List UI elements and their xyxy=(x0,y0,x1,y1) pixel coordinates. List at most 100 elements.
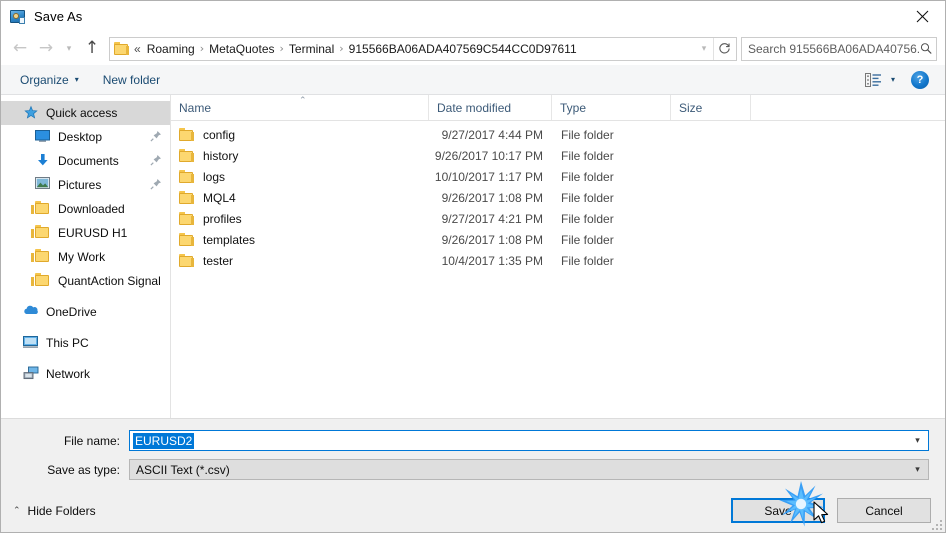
file-name-cell: MQL4 xyxy=(171,191,429,205)
organize-button[interactable]: Organize ▾ xyxy=(15,70,84,90)
sidebar-item-label: EURUSD H1 xyxy=(58,226,128,240)
arrow-up-icon: ↑ xyxy=(84,38,100,58)
file-name: logs xyxy=(203,169,226,184)
pictures-icon xyxy=(35,177,51,193)
chevron-down-icon: ▾ xyxy=(74,75,79,84)
file-name-cell: config xyxy=(171,128,429,142)
this-pc-icon xyxy=(23,335,39,351)
sidebar-item-onedrive[interactable]: OneDrive xyxy=(1,300,170,324)
chevron-right-icon: › xyxy=(199,42,205,55)
column-header-date-modified[interactable]: Date modified xyxy=(429,95,552,120)
refresh-icon xyxy=(719,43,730,54)
search-input[interactable]: Search 915566BA06ADA40756... xyxy=(748,42,920,56)
up-one-level-button[interactable]: ↑ xyxy=(79,36,105,62)
file-date-cell: 9/27/2017 4:21 PM xyxy=(441,211,543,226)
sidebar-item-eurusd-h1[interactable]: EURUSD H1 xyxy=(1,221,170,245)
recent-locations-button[interactable]: ▾ xyxy=(59,36,79,62)
save-as-type-select[interactable]: ASCII Text (*.csv) ▾ xyxy=(129,459,929,480)
dialog-body: Quick access Desktop Documents Pictures … xyxy=(1,95,945,418)
sidebar-item-label: This PC xyxy=(46,336,89,350)
sidebar-item-quantaction-signal[interactable]: QuantAction Signal xyxy=(1,269,170,293)
hide-folders-button[interactable]: ⌃ Hide Folders xyxy=(13,504,96,518)
pin-icon[interactable] xyxy=(150,154,164,168)
resize-grip-icon[interactable] xyxy=(930,518,942,530)
sidebar-item-downloaded[interactable]: Downloaded xyxy=(1,197,170,221)
file-name-value: EURUSD2 xyxy=(133,432,195,449)
sidebar-item-label: Desktop xyxy=(58,130,103,144)
pin-icon[interactable] xyxy=(150,130,164,144)
address-dropdown-button[interactable]: ▾ xyxy=(695,38,713,60)
breadcrumb-item-metaquotes[interactable]: MetaQuotes xyxy=(206,40,277,58)
file-rows: config 9/27/2017 4:44 PM File folder his… xyxy=(171,121,945,418)
address-bar[interactable]: « Roaming › MetaQuotes › Terminal › 9155… xyxy=(109,36,737,61)
navigation-pane: Quick access Desktop Documents Pictures … xyxy=(1,95,171,418)
folder-icon xyxy=(179,128,195,141)
chevron-right-icon: › xyxy=(279,42,284,55)
table-row[interactable]: MQL4 9/26/2017 1:08 PM File folder xyxy=(171,187,945,208)
file-date-cell: 9/26/2017 1:08 PM xyxy=(441,232,543,247)
breadcrumb-item-terminal[interactable]: Terminal xyxy=(286,40,337,58)
forward-button[interactable]: → xyxy=(33,36,59,62)
column-header-label: Name xyxy=(179,100,212,115)
close-button[interactable] xyxy=(899,1,945,32)
sidebar-item-pictures[interactable]: Pictures xyxy=(1,173,170,197)
folder-icon xyxy=(31,201,51,217)
chevron-down-icon[interactable]: ▾ xyxy=(909,465,926,475)
refresh-button[interactable] xyxy=(713,37,735,60)
file-name: templates xyxy=(203,232,256,247)
search-icon xyxy=(920,43,932,54)
view-layout-icon xyxy=(865,72,882,87)
arrow-right-icon: → xyxy=(38,38,54,58)
file-type-cell: File folder xyxy=(561,148,614,163)
sidebar-item-network[interactable]: Network xyxy=(1,362,170,386)
pin-icon[interactable] xyxy=(150,178,164,192)
column-header-name[interactable]: Name ⌃ xyxy=(171,95,429,120)
organize-label: Organize xyxy=(20,72,69,87)
file-name-input[interactable]: EURUSD2 ▾ xyxy=(129,430,929,451)
command-toolbar: Organize ▾ New folder ▾ ? xyxy=(1,65,945,95)
window-title: Save As xyxy=(34,9,83,24)
save-button[interactable]: Save xyxy=(731,498,825,523)
sidebar-item-this-pc[interactable]: This PC xyxy=(1,331,170,355)
table-row[interactable]: config 9/27/2017 4:44 PM File folder xyxy=(171,124,945,145)
save-as-type-value: ASCII Text (*.csv) xyxy=(136,462,230,477)
change-view-button[interactable] xyxy=(863,71,885,89)
cancel-button[interactable]: Cancel xyxy=(837,498,931,523)
folder-icon xyxy=(179,191,195,204)
sidebar-item-my-work[interactable]: My Work xyxy=(1,245,170,269)
folder-icon xyxy=(31,225,51,241)
table-row[interactable]: tester 10/4/2017 1:35 PM File folder xyxy=(171,250,945,271)
file-type-cell: File folder xyxy=(561,127,614,142)
new-folder-button[interactable]: New folder xyxy=(98,70,165,90)
file-name-cell: profiles xyxy=(171,212,429,226)
file-name-cell: logs xyxy=(171,170,429,184)
close-icon xyxy=(916,10,928,23)
view-dropdown-caret-icon[interactable]: ▾ xyxy=(891,75,895,84)
table-row[interactable]: logs 10/10/2017 1:17 PM File folder xyxy=(171,166,945,187)
sidebar-item-quick-access[interactable]: Quick access xyxy=(1,101,170,125)
folder-icon xyxy=(31,273,51,289)
file-date-cell: 10/10/2017 1:17 PM xyxy=(434,169,543,184)
search-box[interactable]: Search 915566BA06ADA40756... xyxy=(741,36,937,61)
back-button[interactable]: ← xyxy=(7,36,33,62)
column-header-label: Type xyxy=(560,100,587,115)
breadcrumb-overflow[interactable]: « xyxy=(133,42,144,56)
column-header-type[interactable]: Type xyxy=(552,95,671,120)
sidebar-item-label: Pictures xyxy=(58,178,102,192)
help-button[interactable]: ? xyxy=(911,70,929,89)
file-name: history xyxy=(203,148,239,163)
file-type-cell: File folder xyxy=(561,253,614,268)
sidebar-item-desktop[interactable]: Desktop xyxy=(1,125,170,149)
hide-folders-label: Hide Folders xyxy=(27,503,96,518)
table-row[interactable]: templates 9/26/2017 1:08 PM File folder xyxy=(171,229,945,250)
chevron-down-icon[interactable]: ▾ xyxy=(909,436,926,446)
table-row[interactable]: history 9/26/2017 10:17 PM File folder xyxy=(171,145,945,166)
breadcrumb-item-terminal-id[interactable]: 915566BA06ADA407569C544CC0D97611 xyxy=(346,40,580,58)
toolbar-right-group: ▾ ? xyxy=(863,70,935,89)
navigation-bar: ← → ▾ ↑ « Roaming › MetaQuotes › Termina… xyxy=(1,32,945,65)
table-row[interactable]: profiles 9/27/2017 4:21 PM File folder xyxy=(171,208,945,229)
column-header-size[interactable]: Size xyxy=(671,95,751,120)
sidebar-item-documents[interactable]: Documents xyxy=(1,149,170,173)
breadcrumb-item-roaming[interactable]: Roaming xyxy=(144,40,198,58)
